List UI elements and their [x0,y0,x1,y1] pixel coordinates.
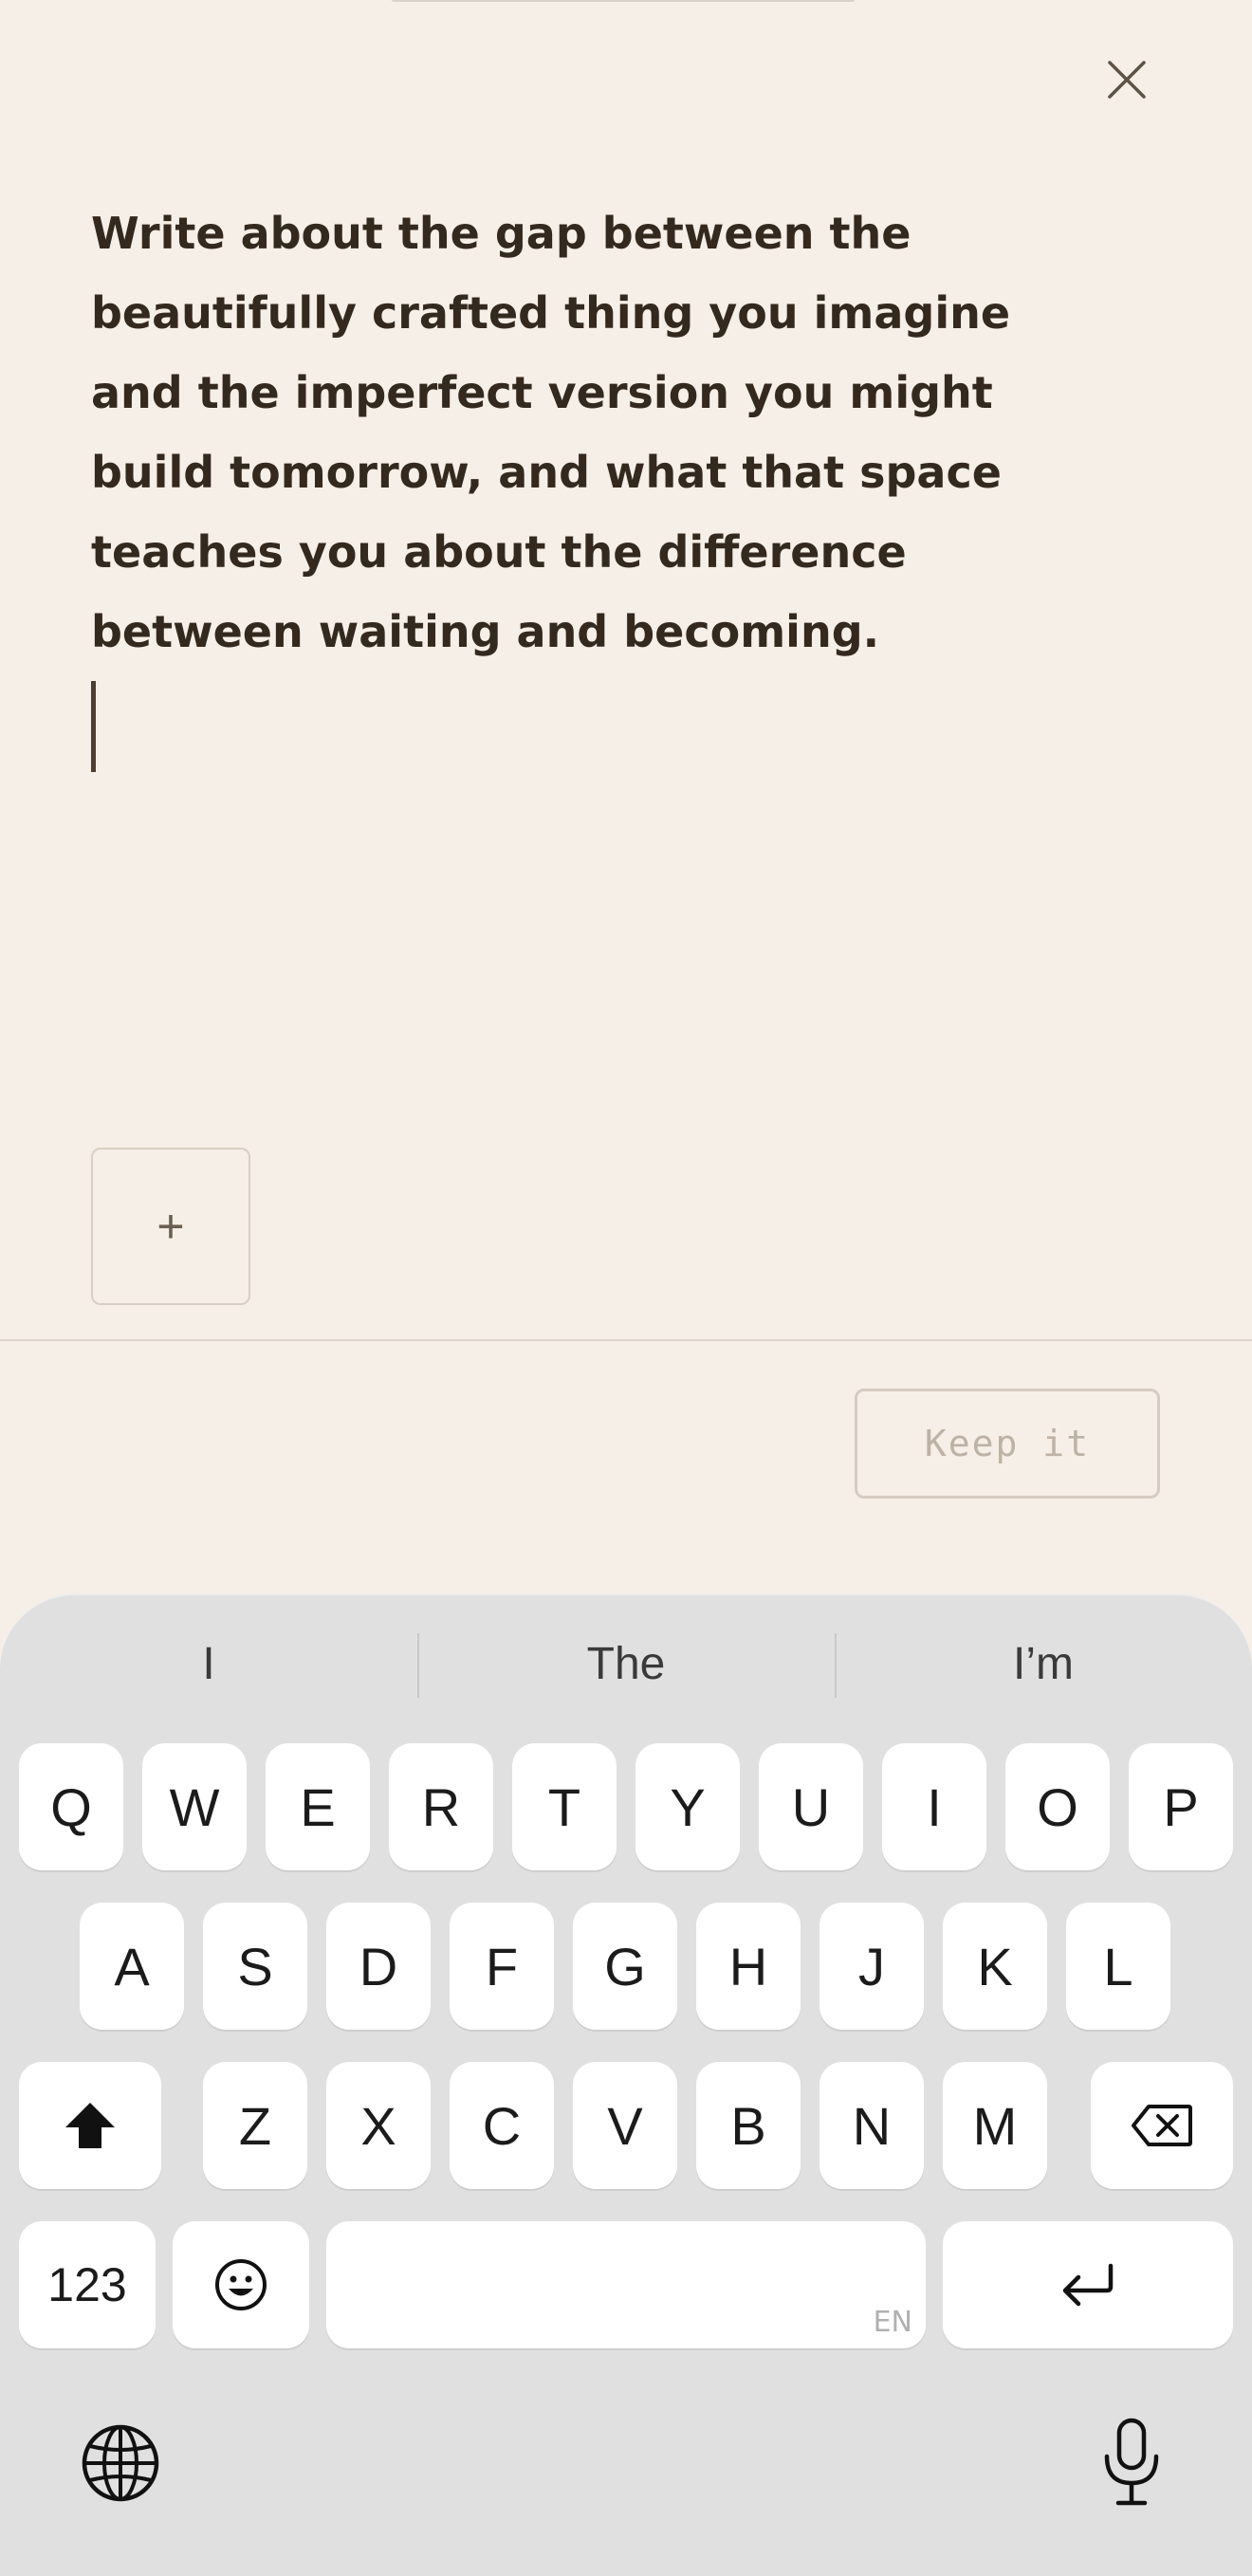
on-screen-keyboard: I The I’m Q W E R T Y U I O P A S D F G … [0,1593,1252,2576]
globe-button[interactable] [78,2420,163,2506]
key-label: L [1103,1936,1133,1996]
suggestion-item[interactable]: I [0,1628,417,1700]
writing-prompt: Write about the gap between the beautifu… [91,208,1011,657]
key-u[interactable]: U [759,1743,863,1870]
add-attachment-button[interactable]: + [91,1148,250,1305]
key-k[interactable]: K [943,1903,1047,2030]
keep-it-button[interactable]: Keep it [855,1389,1160,1499]
key-label: J [858,1936,885,1996]
key-r[interactable]: R [389,1743,493,1870]
key-i[interactable]: I [882,1743,986,1870]
space-key[interactable]: EN [326,2221,926,2348]
key-n[interactable]: N [819,2062,924,2189]
key-label: 123 [47,2258,127,2311]
key-z[interactable]: Z [203,2062,307,2189]
backspace-key[interactable] [1091,2062,1233,2189]
close-button[interactable] [1100,53,1153,106]
key-label: X [360,2095,396,2156]
key-d[interactable]: D [326,1903,431,2030]
microphone-button[interactable] [1089,2415,1174,2510]
key-label: M [972,2095,1018,2156]
key-label: H [728,1936,768,1996]
key-label: U [791,1776,831,1837]
sheet-handle[interactable] [391,0,856,2]
key-label: K [977,1936,1013,1996]
key-label: P [1163,1776,1199,1837]
key-w[interactable]: W [142,1743,247,1870]
key-label: G [604,1936,646,1996]
emoji-icon [215,2259,267,2310]
key-label: T [547,1776,581,1837]
divider [0,1339,1252,1341]
key-s[interactable]: S [203,1903,307,2030]
entry-text-area[interactable] [91,664,1157,1100]
key-c[interactable]: C [450,2062,554,2189]
key-f[interactable]: F [450,1903,554,2030]
key-b[interactable]: B [696,2062,801,2189]
enter-icon [1062,2263,1114,2307]
key-e[interactable]: E [266,1743,370,1870]
suggestion-item[interactable]: The [417,1628,835,1700]
key-label: I [927,1776,942,1837]
shift-key[interactable] [19,2062,161,2189]
key-label: C [482,2095,522,2156]
key-h[interactable]: H [696,1903,801,2030]
numbers-key[interactable]: 123 [19,2221,156,2348]
key-label: B [730,2095,766,2156]
key-label: F [485,1936,519,1996]
text-caret [91,681,96,772]
key-j[interactable]: J [819,1903,924,2030]
suggestion-item[interactable]: I’m [835,1628,1252,1700]
key-p[interactable]: P [1129,1743,1233,1870]
key-label: R [421,1776,461,1837]
key-label: N [852,2095,892,2156]
key-label: E [300,1776,336,1837]
key-label: S [237,1936,273,1996]
enter-key[interactable] [943,2221,1233,2348]
key-g[interactable]: G [573,1903,677,2030]
key-label: W [169,1776,220,1837]
key-x[interactable]: X [326,2062,431,2189]
key-m[interactable]: M [943,2062,1047,2189]
microphone-icon [1104,2418,1159,2506]
key-l[interactable]: L [1066,1903,1170,2030]
close-icon [1108,61,1146,99]
space-language-label: EN [873,2306,912,2339]
key-label: Y [670,1776,706,1837]
key-label: A [114,1936,150,1996]
key-q[interactable]: Q [19,1743,123,1870]
plus-icon: + [156,1200,185,1253]
journal-entry-screen: Write about the gap between the beautifu… [0,0,1252,2576]
key-y[interactable]: Y [635,1743,740,1870]
key-label: D [359,1936,398,1996]
shift-icon [65,2103,115,2148]
key-o[interactable]: O [1005,1743,1110,1870]
key-t[interactable]: T [512,1743,617,1870]
globe-icon [82,2424,159,2502]
key-label: Z [238,2095,272,2156]
key-label: V [607,2095,643,2156]
key-a[interactable]: A [80,1903,184,2030]
key-label: Q [50,1776,92,1837]
emoji-key[interactable] [173,2221,309,2348]
key-v[interactable]: V [573,2062,677,2189]
suggestion-bar: I The I’m [0,1628,1252,1700]
key-label: O [1037,1776,1078,1837]
backspace-icon [1132,2105,1192,2146]
